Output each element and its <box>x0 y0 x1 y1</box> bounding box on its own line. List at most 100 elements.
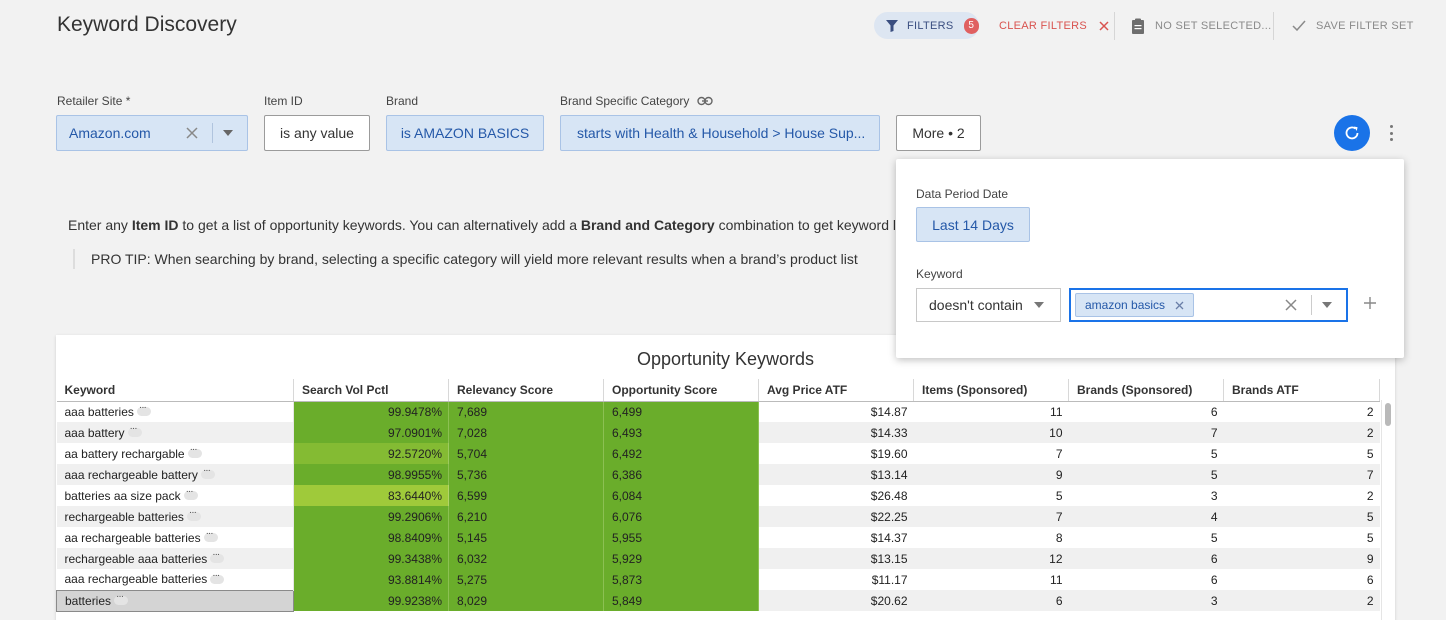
brands-atf-cell-value: 7 <box>1366 467 1374 482</box>
keyword-cell-value: aaa battery <box>64 425 125 440</box>
search-vol-pctl-cell: 99.9238% <box>293 590 449 611</box>
table-row[interactable]: aaa batteries 99.9478% 7,689 6,499 $14.87 11 6… <box>56 401 1380 422</box>
close-icon <box>1099 20 1109 31</box>
keyword-cell[interactable]: batteries <box>56 589 294 612</box>
column-header[interactable]: Search Vol Pctl <box>293 379 449 402</box>
add-condition-icon[interactable] <box>1363 296 1377 310</box>
refresh-icon <box>1345 126 1359 140</box>
avg-price-atf-cell: $20.62 <box>758 590 914 611</box>
table-row[interactable]: aaa battery 97.0901% 7,028 6,493 $14.33 10 7 2 <box>56 422 1380 443</box>
clear-icon[interactable] <box>186 127 198 139</box>
table-scrollbar[interactable] <box>1381 400 1393 620</box>
avg-price-atf-cell-value: $13.15 <box>870 551 908 566</box>
intro-bold-item-id: Item ID <box>131 217 179 233</box>
data-period-select[interactable]: Last 14 Days <box>916 207 1030 242</box>
keyword-cell[interactable]: aaa batteries <box>56 401 294 422</box>
brand-filter[interactable]: is AMAZON BASICS <box>386 115 544 151</box>
keyword-cell[interactable]: aaa rechargeable battery <box>56 464 294 485</box>
keyword-cell[interactable]: aaa battery <box>56 422 294 443</box>
row-actions-icon[interactable] <box>183 486 198 500</box>
filters-count-badge: 5 <box>963 17 979 34</box>
check-icon <box>1292 20 1306 31</box>
table-row[interactable]: aaa rechargeable batteries 93.8814% 5,275 5… <box>56 569 1380 590</box>
chevron-down-icon[interactable] <box>1322 302 1332 308</box>
page-title: Keyword Discovery <box>57 13 237 36</box>
chevron-down-icon[interactable] <box>223 130 233 136</box>
brands-sponsored-cell-value: 5 <box>1210 446 1218 461</box>
keyword-cell[interactable]: batteries aa size pack <box>56 485 294 506</box>
avg-price-atf-cell: $11.17 <box>758 569 914 590</box>
column-header[interactable]: Keyword <box>56 379 294 402</box>
brands-sponsored-cell-value: 5 <box>1210 467 1218 482</box>
items-sponsored-cell: 12 <box>913 548 1069 569</box>
keyword-operator-select[interactable]: doesn't contain <box>916 288 1061 322</box>
more-filters-popover: Data Period Date Last 14 Days Keyword do… <box>896 159 1404 358</box>
keyword-cell[interactable]: rechargeable aaa batteries <box>56 548 294 569</box>
table-row[interactable]: rechargeable batteries 99.2906% 6,210 6,076… <box>56 506 1380 527</box>
keyword-value-input[interactable]: amazon basics <box>1069 288 1348 322</box>
table-row[interactable]: batteries 99.9238% 8,029 5,849 $20.62 6 3 2 <box>56 589 1380 612</box>
table-row[interactable]: rechargeable aaa batteries 99.3438% 6,032 5… <box>56 548 1380 569</box>
filters-button[interactable]: FILTERS 5 <box>874 12 979 39</box>
item-id-filter[interactable]: is any value <box>264 115 370 151</box>
keyword-chip-label: amazon basics <box>1085 298 1166 312</box>
row-actions-icon[interactable] <box>186 507 201 521</box>
keyword-cell[interactable]: aa rechargeable batteries <box>56 527 294 548</box>
row-actions-icon[interactable] <box>127 423 142 437</box>
column-header[interactable]: Brands (Sponsored) <box>1068 379 1224 402</box>
relevancy-score-cell-value: 8,029 <box>457 593 488 608</box>
search-vol-pctl-cell: 97.0901% <box>293 422 449 443</box>
row-actions-icon[interactable] <box>200 465 215 479</box>
search-vol-pctl-cell-value: 99.9478% <box>387 404 442 419</box>
remove-chip-icon[interactable] <box>1175 301 1184 310</box>
keyword-cell-value: aa battery rechargable <box>64 446 185 461</box>
more-filters-button[interactable]: More • 2 <box>896 115 981 151</box>
row-actions-icon[interactable] <box>114 591 129 605</box>
brands-atf-cell-value: 5 <box>1366 530 1374 545</box>
relevancy-score-cell: 7,689 <box>448 401 604 422</box>
retailer-site-select[interactable]: Amazon.com <box>56 115 248 151</box>
more-options-icon[interactable] <box>1384 124 1398 142</box>
opportunity-score-cell-value: 6,492 <box>612 446 643 461</box>
keyword-cell[interactable]: aa battery rechargable <box>56 443 294 464</box>
column-header[interactable]: Opportunity Score <box>603 379 759 402</box>
table-row[interactable]: aa battery rechargable 92.5720% 5,704 6,492… <box>56 443 1380 464</box>
row-actions-icon[interactable] <box>210 570 225 584</box>
search-vol-pctl-cell: 99.3438% <box>293 548 449 569</box>
divider <box>1273 12 1274 40</box>
brands-atf-cell-value: 6 <box>1366 572 1374 587</box>
row-actions-icon[interactable] <box>210 549 225 563</box>
keyword-cell[interactable]: rechargeable batteries <box>56 506 294 527</box>
link-icon[interactable] <box>697 96 714 106</box>
brands-sponsored-cell-value: 4 <box>1210 509 1218 524</box>
column-header[interactable]: Brands ATF <box>1223 379 1380 402</box>
column-header[interactable]: Relevancy Score <box>448 379 604 402</box>
scrollbar-thumb[interactable] <box>1385 403 1391 426</box>
row-actions-icon[interactable] <box>203 528 218 542</box>
row-actions-icon[interactable] <box>187 444 202 458</box>
brand-category-filter[interactable]: starts with Health & Household > House S… <box>560 115 880 151</box>
save-filter-set-button[interactable]: SAVE FILTER SET <box>1292 12 1414 39</box>
search-vol-pctl-cell: 99.2906% <box>293 506 449 527</box>
clear-icon[interactable] <box>1285 299 1297 311</box>
table-row[interactable]: aa rechargeable batteries 98.8409% 5,145 5,… <box>56 527 1380 548</box>
clear-filters-button[interactable]: CLEAR FILTERS <box>999 12 1109 39</box>
items-sponsored-cell-value: 9 <box>1055 467 1063 482</box>
table-row[interactable]: batteries aa size pack 83.6440% 6,599 6,084… <box>56 485 1380 506</box>
opportunity-score-cell: 6,499 <box>603 401 759 422</box>
avg-price-atf-cell-value: $19.60 <box>870 446 908 461</box>
items-sponsored-cell-value: 8 <box>1055 530 1063 545</box>
brands-atf-cell-value: 2 <box>1366 404 1374 419</box>
keyword-chip[interactable]: amazon basics <box>1075 293 1195 317</box>
items-sponsored-cell: 7 <box>913 506 1069 527</box>
table-row[interactable]: aaa rechargeable battery 98.9955% 5,736 6,3… <box>56 464 1380 485</box>
keyword-cell[interactable]: aaa rechargeable batteries <box>56 569 294 590</box>
refresh-button[interactable] <box>1334 115 1370 151</box>
brands-sponsored-cell-value: 3 <box>1210 488 1218 503</box>
column-header[interactable]: Avg Price ATF <box>758 379 914 402</box>
row-actions-icon[interactable] <box>136 402 151 417</box>
column-header[interactable]: Items (Sponsored) <box>913 379 1069 402</box>
filter-set-selector[interactable]: NO SET SELECTED... <box>1131 12 1271 39</box>
intro-text-part: Enter any <box>68 217 132 233</box>
search-vol-pctl-cell-value: 92.5720% <box>387 446 442 461</box>
